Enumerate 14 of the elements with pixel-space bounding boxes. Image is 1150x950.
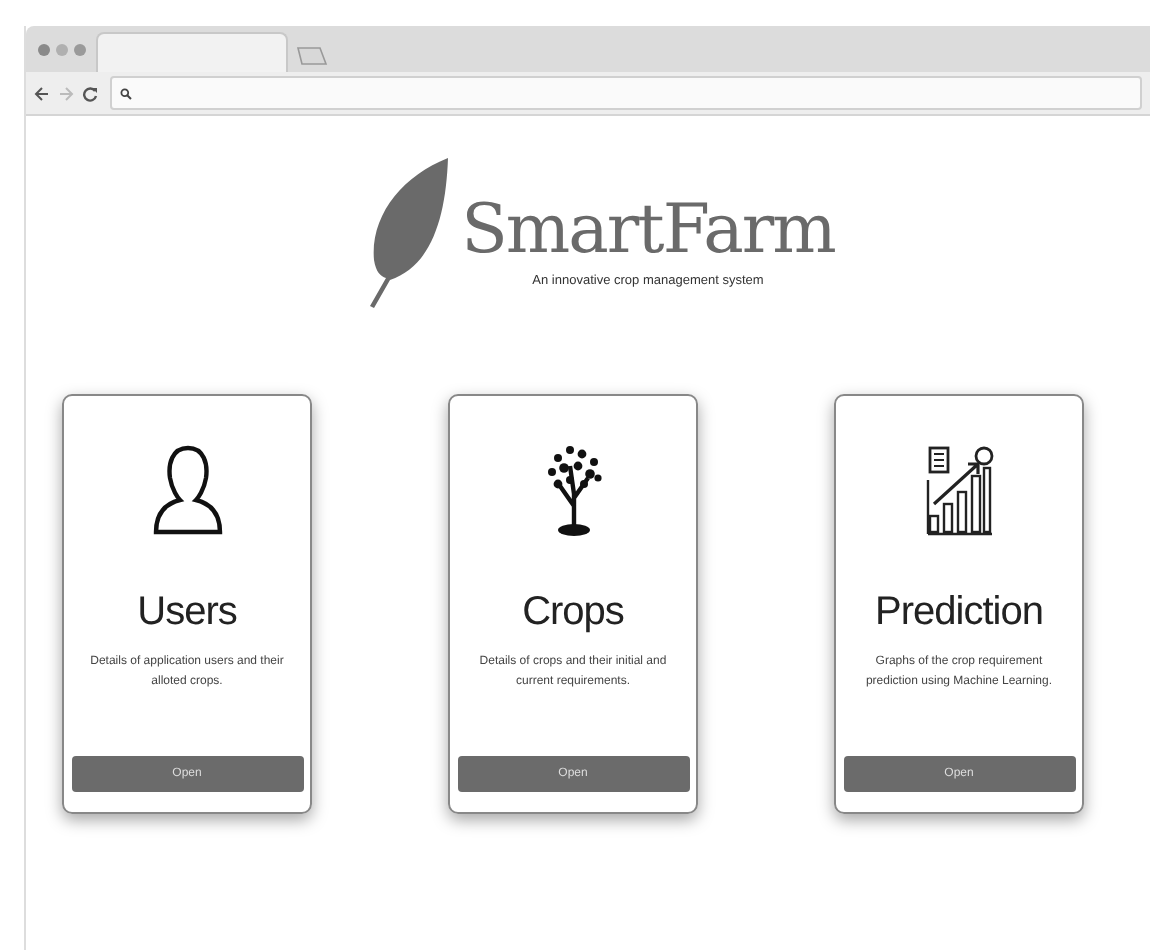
card-title: Crops	[522, 590, 624, 636]
window-controls-icon[interactable]	[36, 41, 88, 57]
growth-chart-icon	[925, 444, 993, 536]
brand-name: SmartFarm	[461, 190, 835, 270]
card-title: Prediction	[875, 590, 1043, 636]
user-icon	[151, 444, 223, 536]
forward-icon[interactable]	[58, 85, 74, 101]
new-tab-icon[interactable]	[296, 46, 328, 66]
reload-icon[interactable]	[82, 85, 98, 101]
card-title: Users	[137, 590, 237, 636]
address-bar[interactable]	[110, 76, 1142, 110]
back-icon[interactable]	[34, 85, 50, 101]
search-icon	[120, 87, 132, 99]
browser-tab[interactable]	[96, 32, 288, 72]
